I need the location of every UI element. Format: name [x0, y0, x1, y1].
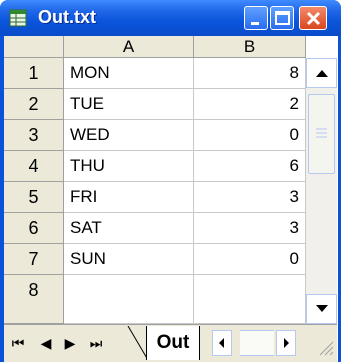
- column-header-b[interactable]: B: [194, 36, 306, 58]
- scroll-right-button[interactable]: [276, 330, 296, 356]
- cell-a6[interactable]: SAT: [64, 213, 194, 244]
- cell-b7[interactable]: 0: [194, 244, 306, 275]
- cell-a1[interactable]: MON: [64, 58, 194, 89]
- row-header[interactable]: 2: [4, 89, 64, 120]
- cell-b3[interactable]: 0: [194, 120, 306, 151]
- arrow-up-icon: [316, 70, 328, 77]
- horizontal-scroll-track[interactable]: [240, 330, 274, 356]
- scroll-thumb[interactable]: [308, 94, 335, 174]
- scroll-left-button[interactable]: [212, 330, 232, 356]
- row-header[interactable]: 6: [4, 213, 64, 244]
- column-header-a[interactable]: A: [64, 36, 194, 58]
- row-header[interactable]: 7: [4, 244, 64, 275]
- first-sheet-button[interactable]: ⏮: [10, 330, 26, 356]
- grip-lines-icon: [316, 128, 327, 138]
- cell-b6[interactable]: 3: [194, 213, 306, 244]
- close-icon: [306, 11, 321, 26]
- cell-b1[interactable]: 8: [194, 58, 306, 89]
- arrow-right-icon: [284, 338, 289, 348]
- close-button[interactable]: [299, 6, 327, 30]
- select-all-corner[interactable]: [4, 36, 64, 58]
- row-header[interactable]: 1: [4, 58, 64, 89]
- arrow-left-icon: [219, 338, 224, 348]
- cell-b8[interactable]: [194, 275, 306, 324]
- maximize-icon: [275, 11, 290, 25]
- row-header[interactable]: 5: [4, 182, 64, 213]
- cell-b4[interactable]: 6: [194, 151, 306, 182]
- scroll-down-button[interactable]: [306, 294, 337, 324]
- vertical-scrollbar[interactable]: [306, 58, 337, 324]
- row-header[interactable]: 8: [4, 275, 64, 324]
- cell-b2[interactable]: 2: [194, 89, 306, 120]
- cell-a2[interactable]: TUE: [64, 89, 194, 120]
- cell-a8[interactable]: [64, 275, 194, 324]
- minimize-button[interactable]: [244, 6, 268, 30]
- window-frame: Out.txt A B 1 MON 8 2 TUE 2 3 WED 0 4 TH…: [0, 0, 341, 362]
- cell-a5[interactable]: FRI: [64, 182, 194, 213]
- cell-b5[interactable]: 3: [194, 182, 306, 213]
- window-title: Out.txt: [38, 7, 96, 27]
- prev-sheet-button[interactable]: ◀: [38, 330, 54, 356]
- row-header[interactable]: 3: [4, 120, 64, 151]
- resize-grip-icon[interactable]: [314, 336, 334, 356]
- cell-a7[interactable]: SUN: [64, 244, 194, 275]
- arrow-down-icon: [316, 305, 328, 312]
- sheet-tab-out[interactable]: Out: [146, 326, 200, 360]
- minimize-icon: [251, 22, 259, 25]
- next-sheet-button[interactable]: ▶: [62, 330, 78, 356]
- cell-a4[interactable]: THU: [64, 151, 194, 182]
- title-bar[interactable]: Out.txt: [0, 0, 341, 36]
- scroll-up-button[interactable]: [306, 58, 337, 88]
- last-sheet-button[interactable]: ⏭: [88, 330, 104, 356]
- row-header[interactable]: 4: [4, 151, 64, 182]
- excel-sheet-icon[interactable]: [8, 8, 28, 28]
- maximize-button[interactable]: [270, 6, 294, 30]
- cell-a3[interactable]: WED: [64, 120, 194, 151]
